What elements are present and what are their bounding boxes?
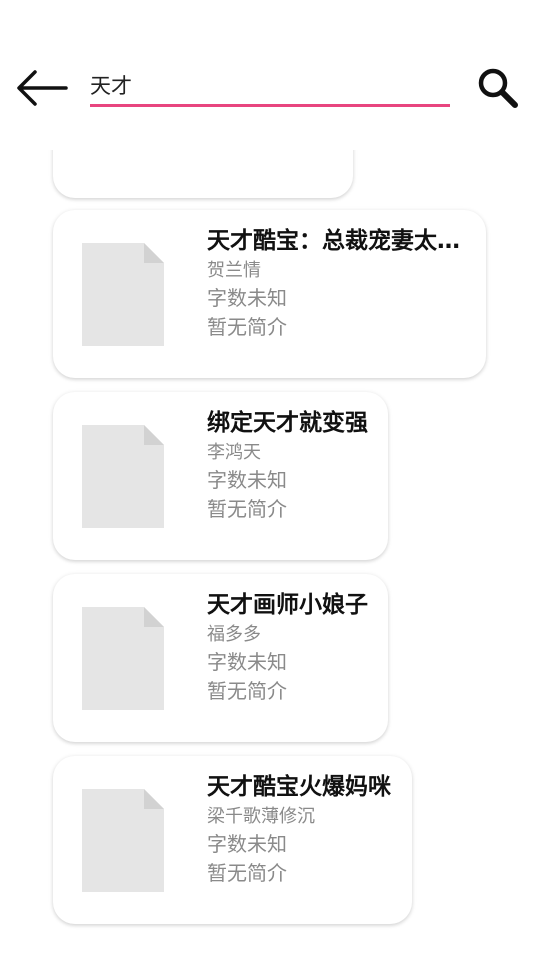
- book-intro: 暂无简介: [207, 679, 287, 703]
- search-field[interactable]: [90, 66, 450, 107]
- book-word-count: 字数未知: [207, 650, 287, 674]
- arrow-left-icon: [17, 70, 68, 106]
- book-title: 天才画师小娘子: [207, 592, 368, 618]
- search-results-screen: 天才酷宝：总裁宠妻太甜蜜 贺兰情 字数未知 暂无简介 绑定天才就变强 李鸿天 字…: [0, 0, 540, 960]
- result-card[interactable]: 天才酷宝火爆妈咪 梁千歌薄修沉 字数未知 暂无简介: [53, 756, 412, 924]
- book-cover: [82, 607, 164, 710]
- search-underline: [90, 104, 450, 107]
- search-button[interactable]: [472, 62, 524, 114]
- book-cover: [82, 425, 164, 528]
- book-word-count: 字数未知: [207, 468, 287, 492]
- document-placeholder-icon: [82, 425, 164, 528]
- result-card[interactable]: 天才画师小娘子 福多多 字数未知 暂无简介: [53, 574, 388, 742]
- result-card[interactable]: 绑定天才就变强 李鸿天 字数未知 暂无简介: [53, 392, 388, 560]
- document-placeholder-icon: [82, 607, 164, 710]
- document-placeholder-icon: [82, 243, 164, 346]
- book-cover: [82, 243, 164, 346]
- book-author: 李鸿天: [207, 442, 261, 463]
- book-word-count: 字数未知: [207, 832, 287, 856]
- search-header: [0, 0, 540, 150]
- search-icon: [478, 68, 518, 108]
- book-author: 贺兰情: [207, 260, 261, 281]
- book-info: 天才酷宝火爆妈咪 梁千歌薄修沉 字数未知 暂无简介: [207, 770, 398, 888]
- book-title: 绑定天才就变强: [207, 410, 368, 436]
- result-card[interactable]: 天才酷宝：总裁宠妻太甜蜜 贺兰情 字数未知 暂无简介: [53, 210, 486, 378]
- book-info: 天才画师小娘子 福多多 字数未知 暂无简介: [207, 588, 374, 706]
- book-author: 梁千歌薄修沉: [207, 806, 315, 827]
- book-intro: 暂无简介: [207, 497, 287, 521]
- book-info: 绑定天才就变强 李鸿天 字数未知 暂无简介: [207, 406, 374, 524]
- book-intro: 暂无简介: [207, 861, 287, 885]
- back-button[interactable]: [14, 66, 70, 110]
- search-input[interactable]: [90, 66, 450, 104]
- book-cover: [82, 789, 164, 892]
- book-info: 天才酷宝：总裁宠妻太甜蜜 贺兰情 字数未知 暂无简介: [207, 224, 472, 342]
- book-intro: 暂无简介: [207, 315, 287, 339]
- book-title: 天才酷宝火爆妈咪: [207, 774, 391, 800]
- document-placeholder-icon: [82, 789, 164, 892]
- book-word-count: 字数未知: [207, 286, 287, 310]
- book-author: 福多多: [207, 624, 261, 645]
- book-title: 天才酷宝：总裁宠妻太甜蜜: [207, 228, 472, 254]
